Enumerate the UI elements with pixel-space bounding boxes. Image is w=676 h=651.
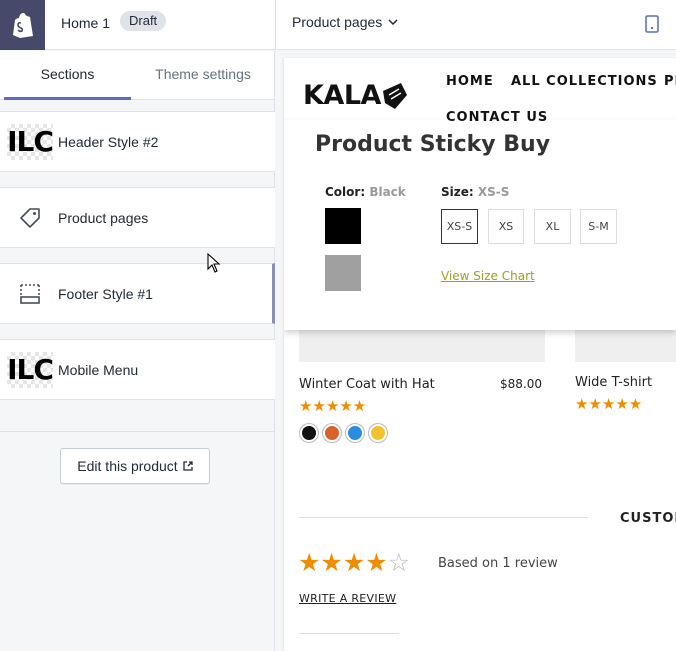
review-stars: ★★★★☆	[298, 549, 411, 577]
shopify-logo-icon[interactable]	[0, 0, 45, 50]
write-review-link[interactable]: WRITE A REVIEW	[299, 592, 396, 605]
product-name[interactable]: Winter Coat with Hat	[299, 377, 435, 392]
color-swatch-orange[interactable]	[323, 424, 341, 442]
tab-sections[interactable]: Sections	[4, 51, 131, 100]
color-option-label: Color: Black	[325, 185, 406, 199]
size-option-xl[interactable]: XL	[534, 209, 571, 244]
color-swatch-gray[interactable]	[325, 255, 361, 291]
footer-layout-icon	[10, 274, 50, 314]
section-label: Header Style #2	[58, 133, 159, 150]
product-image[interactable]	[299, 330, 545, 362]
section-mobile-menu[interactable]: ILC Mobile Menu	[0, 339, 275, 400]
mouse-cursor-icon	[207, 253, 221, 273]
color-swatch-yellow[interactable]	[369, 424, 387, 442]
page-selector-label: Product pages	[292, 14, 383, 30]
section-product-pages[interactable]: Product pages	[0, 187, 275, 248]
color-swatch-black[interactable]	[300, 424, 318, 442]
sidebar: Sections Theme settings ILC Header Style…	[0, 51, 275, 651]
topbar-divider	[275, 0, 276, 50]
section-footer-style[interactable]: Footer Style #1	[0, 263, 275, 324]
view-size-chart-link[interactable]: View Size Chart	[441, 269, 535, 283]
size-option-xs[interactable]: XS	[488, 209, 524, 244]
size-option-s-m[interactable]: S-M	[580, 209, 617, 244]
theme-preview: KALA HOME ALL COLLECTIONS PR Winter Coat…	[284, 58, 676, 651]
section-thumbnail: ILC	[7, 352, 54, 386]
section-header-style[interactable]: ILC Header Style #2	[0, 111, 275, 172]
page-selector[interactable]: Product pages	[292, 14, 398, 30]
section-thumbnail: ILC	[7, 124, 54, 158]
section-label: Mobile Menu	[58, 361, 139, 378]
tag-icon	[10, 198, 50, 238]
external-link-icon	[183, 461, 193, 471]
product-price: $88.00	[500, 377, 542, 391]
product-image[interactable]	[575, 330, 676, 362]
color-swatch-blue[interactable]	[346, 424, 364, 442]
divider	[299, 517, 588, 518]
edit-product-button[interactable]: Edit this product	[60, 448, 210, 484]
edit-product-label: Edit this product	[77, 458, 178, 474]
section-label: Footer Style #1	[58, 285, 153, 302]
top-bar: Home 1 Draft Product pages	[0, 0, 676, 50]
mobile-device-icon[interactable]	[645, 15, 659, 33]
nav-home[interactable]: HOME	[446, 74, 494, 89]
logo-mark-icon	[382, 82, 407, 109]
store-logo[interactable]: KALA	[303, 80, 409, 111]
size-option-label: Size: XS-S	[441, 185, 510, 199]
product-rating-stars: ★★★★★	[299, 398, 367, 415]
product-name[interactable]: Wide T-shirt	[575, 375, 652, 390]
divider	[299, 633, 399, 634]
sticky-title: Product Sticky Buy	[315, 132, 551, 157]
draft-badge: Draft	[120, 11, 167, 31]
review-count: Based on 1 review	[438, 556, 558, 571]
theme-title: Home 1	[61, 15, 111, 31]
product-rating-stars: ★★★★★	[575, 396, 643, 413]
sidebar-tabs: Sections Theme settings	[0, 51, 274, 100]
tab-theme-settings[interactable]: Theme settings	[137, 51, 269, 100]
logo-text: KALA	[303, 80, 381, 111]
sidebar-divider	[0, 431, 275, 432]
nav-contact-us[interactable]: CONTACT US	[446, 110, 548, 125]
section-label: Product pages	[58, 209, 149, 226]
chevron-down-icon	[388, 19, 398, 25]
nav-all-collections[interactable]: ALL COLLECTIONS	[511, 74, 658, 89]
size-option-xs-s[interactable]: XS-S	[441, 209, 478, 244]
nav-products[interactable]: PR	[664, 74, 676, 89]
color-swatch-black[interactable]	[325, 208, 361, 244]
custom-section-label: CUSTOM	[620, 511, 676, 526]
